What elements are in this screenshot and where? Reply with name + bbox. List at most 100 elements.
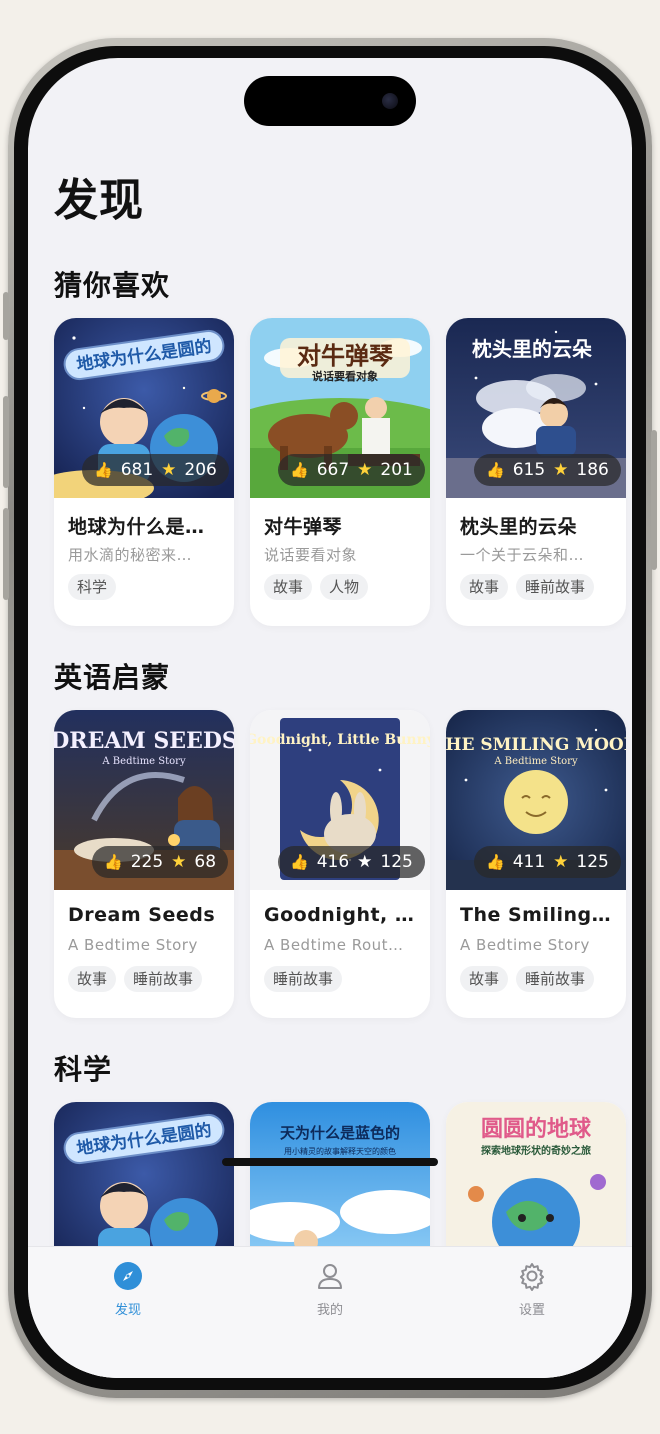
book-title: 枕头里的云朵 [460,516,578,538]
book-title: Goodnight, … [264,904,415,926]
stars-count: 206 [184,460,217,480]
likes-count: 615 [512,460,546,480]
book-card[interactable]: DREAM SEEDS A Bedtime Story 👍 225 ★ 68 Dre… [54,710,234,1018]
tag[interactable]: 科学 [68,574,117,600]
book-subtitle: 用水滴的秘密来… [68,546,193,564]
camera [382,93,398,109]
tag-list: 故事 睡前故事 [460,574,595,600]
section-title-guess-you-like: 猜你喜欢 [54,269,171,302]
star-icon: ★ [171,852,187,872]
tag[interactable]: 故事 [460,574,509,600]
tag-list: 故事 睡前故事 [460,966,595,992]
tag[interactable]: 故事 [68,966,117,992]
thumbs-up-icon: 👍 [290,853,309,871]
book-card[interactable]: 枕头里的云朵 👍 615 ★ 186 枕头里的云朵 一个关于云朵和… 故事 睡前故事 [446,318,626,626]
book-stats: 👍 225 ★ 68 [92,846,229,878]
tag-list: 睡前故事 [264,966,343,992]
tag[interactable]: 故事 [460,966,509,992]
compass-icon [114,1262,142,1290]
book-title: Dream Seeds [68,904,216,926]
tag[interactable]: 睡前故事 [516,966,595,992]
likes-count: 667 [316,460,350,480]
book-card[interactable]: THE SMILING MOON A Bedtime Story 👍 411 ★ 1… [446,710,626,1018]
tab-label: 我的 [316,1303,343,1318]
screen: 发现 猜你喜欢 地球为什么是圆的 👍 681 ★ 206 地球为什么是… 用水滴… [28,58,632,1378]
likes-count: 411 [512,852,546,872]
book-title: 地球为什么是… [68,516,205,538]
tag-list: 故事 人物 [264,574,369,600]
tag-list: 故事 睡前故事 [68,966,203,992]
tab-discover[interactable]: 发现 [68,1261,188,1318]
tag[interactable]: 睡前故事 [264,966,343,992]
cover-subtitle: A Bedtime Story [101,756,186,767]
gear-icon [520,1263,544,1291]
person-icon [318,1264,342,1289]
book-title: The Smiling … [460,904,616,926]
book-subtitle: A Bedtime Story [460,936,590,954]
section-title-english: 英语启蒙 [54,661,171,694]
star-icon: ★ [553,852,569,872]
phone-side-button [3,292,9,340]
tag[interactable]: 睡前故事 [516,574,595,600]
tag-list: 科学 [68,574,117,600]
book-card[interactable]: 对牛弹琴 说话要看对象 👍 667 ★ 201 对牛弹琴 说话要看对象 故事 人物 [250,318,430,626]
stars-count: 68 [194,852,217,872]
page-title: 发现 [54,175,144,226]
star-icon: ★ [357,460,373,480]
book-title: 对牛弹琴 [264,516,343,538]
stars-count: 125 [576,852,609,872]
book-stats: 👍 615 ★ 186 [474,454,621,486]
cover-headline: 对牛弹琴 [297,342,393,370]
book-subtitle: 一个关于云朵和… [460,546,585,564]
phone-side-button [3,508,9,600]
card-row: DREAM SEEDS A Bedtime Story 👍 225 ★ 68 Dre… [54,710,626,1020]
cover-subtitle: 说话要看对象 [312,369,378,383]
book-subtitle: 说话要看对象 [264,546,358,564]
star-icon: ★ [161,460,177,480]
star-icon: ★ [357,852,373,872]
book-card[interactable]: Goodnight, Little Bunny 👍 416 ★ 125 Goodni… [250,710,430,1018]
tag[interactable]: 故事 [264,574,313,600]
cover-headline: 枕头里的云朵 [472,337,592,361]
book-subtitle: A Bedtime Story [68,936,198,954]
stars-count: 201 [380,460,413,480]
tab-mine[interactable]: 我的 [270,1261,390,1318]
tag[interactable]: 人物 [320,574,369,600]
cover-headline: DREAM SEEDS [54,728,234,754]
likes-count: 416 [316,852,350,872]
dynamic-island [244,76,416,126]
home-indicator[interactable] [222,1158,438,1166]
cover-headline: 圆圆的地球 [481,1116,592,1142]
card-row: 地球为什么是圆的 👍681 ★206 地球为什么是… 用水滴的秘密来… 科学 [54,318,626,628]
tag[interactable]: 睡前故事 [124,966,203,992]
star-icon: ★ [553,460,569,480]
cover-subtitle: 探索地球形状的奇妙之旅 [481,1144,591,1157]
book-stats: 👍 416 ★ 125 [278,846,425,878]
cover-headline: 天为什么是蓝色的 [280,1124,400,1142]
book-card[interactable]: 地球为什么是圆的 👍 681 ★ 206 地球为什么是… 用水滴的秘密来… 科学 [54,318,234,626]
thumbs-up-icon: 👍 [94,461,113,479]
book-stats: 👍 667 ★ 201 [278,454,425,486]
thumbs-up-icon: 👍 [290,461,309,479]
phone-side-button [651,430,657,570]
phone-side-button [3,396,9,488]
cover-headline: Goodnight, Little Bunny [250,732,430,748]
tab-settings[interactable]: 设置 [472,1261,592,1318]
book-stats: 👍 411 ★ 125 [474,846,621,878]
likes-count: 225 [130,852,164,872]
stars-count: 125 [380,852,413,872]
stars-count: 186 [576,460,609,480]
tab-label: 设置 [518,1303,545,1318]
cover-subtitle: A Bedtime Story [493,756,578,767]
thumbs-up-icon: 👍 [486,461,505,479]
thumbs-up-icon: 👍 [104,853,123,871]
thumbs-up-icon: 👍 [486,853,505,871]
tab-bar: 发现 我的 设置 [28,1246,632,1378]
book-subtitle: A Bedtime Rout… [264,936,404,954]
section-title-science: 科学 [54,1053,113,1086]
book-stats: 👍 681 ★ 206 [82,454,229,486]
cover-subtitle: 用小精灵的故事解释天空的颜色 [284,1146,396,1156]
likes-count: 681 [120,460,154,480]
tab-label: 发现 [114,1303,141,1318]
cover-headline: THE SMILING MOON [446,735,626,755]
